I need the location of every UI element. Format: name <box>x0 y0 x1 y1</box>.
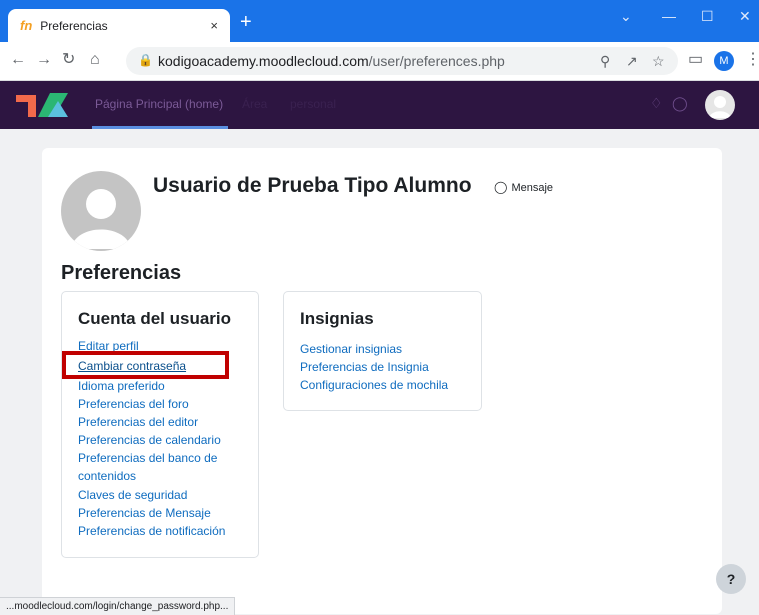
status-bar-url: ...moodlecloud.com/login/change_password… <box>0 597 236 615</box>
profile-avatar[interactable]: M <box>714 51 734 71</box>
content-bank-preferences-link-cont[interactable]: contenidos <box>78 469 136 483</box>
back-icon[interactable]: ← <box>10 51 26 69</box>
address-bar[interactable]: 🔒 kodigoacademy.moodlecloud.com/user/pre… <box>126 47 678 75</box>
user-profile-picture <box>61 171 141 251</box>
message-button[interactable]: ◯ Mensaje <box>494 180 553 194</box>
zoom-icon[interactable]: ⚲ <box>600 53 610 70</box>
notification-preferences-link[interactable]: Preferencias de notificación <box>78 524 225 538</box>
edit-profile-link[interactable]: Editar perfil <box>78 339 139 353</box>
side-panel-icon[interactable]: ▭ <box>688 51 703 69</box>
home-icon[interactable]: ⌂ <box>90 51 100 69</box>
bell-icon[interactable]: ♢ <box>650 95 663 112</box>
maximize-icon[interactable]: ☐ <box>701 8 714 25</box>
security-keys-link[interactable]: Claves de seguridad <box>78 488 187 502</box>
active-nav-indicator <box>92 126 228 129</box>
browser-tab[interactable]: fn Preferencias × <box>8 9 230 42</box>
moodle-favicon-icon: fn <box>20 18 33 33</box>
editor-preferences-link[interactable]: Preferencias del editor <box>78 415 198 429</box>
message-preferences-link[interactable]: Preferencias de Mensaje <box>78 506 211 520</box>
user-full-name: Usuario de Prueba Tipo Alumno <box>153 174 472 197</box>
nav-dashboard-link[interactable]: Área <box>242 97 267 111</box>
change-password-link[interactable]: Cambiar contraseña <box>78 359 186 373</box>
lock-icon: 🔒 <box>138 53 153 67</box>
content-bank-preferences-link[interactable]: Preferencias del banco de <box>78 451 217 465</box>
browser-tab-bar: fn Preferencias × + ⌄ — ☐ ✕ <box>0 0 759 42</box>
nav-personal-link[interactable]: personal <box>290 97 336 111</box>
chat-bubble-icon[interactable]: ◯ <box>672 95 688 112</box>
forward-icon[interactable]: → <box>36 51 52 69</box>
calendar-preferences-link[interactable]: Preferencias de calendario <box>78 433 221 447</box>
url-text: kodigoacademy.moodlecloud.com/user/prefe… <box>158 53 505 69</box>
tab-close-icon[interactable]: × <box>210 18 218 33</box>
close-window-icon[interactable]: ✕ <box>739 8 751 25</box>
user-menu-avatar[interactable] <box>705 90 735 120</box>
menu-kebab-icon[interactable]: ⋮ <box>745 51 759 69</box>
minimize-icon[interactable]: — <box>662 8 676 24</box>
backpack-settings-link[interactable]: Configuraciones de mochila <box>300 378 448 392</box>
section-heading: Cuenta del usuario <box>78 309 232 328</box>
tab-title: Preferencias <box>40 18 108 33</box>
preferred-language-link[interactable]: Idioma preferido <box>78 379 165 393</box>
site-navbar: Página Principal (home) Área personal ♢ … <box>0 81 759 129</box>
kodigo-logo[interactable] <box>14 87 70 123</box>
badge-preferences-link[interactable]: Preferencias de Insignia <box>300 360 429 374</box>
forum-preferences-link[interactable]: Preferencias del foro <box>78 397 189 411</box>
manage-badges-link[interactable]: Gestionar insignias <box>300 342 402 356</box>
browser-toolbar: ← → ↻ ⌂ 🔒 kodigoacademy.moodlecloud.com/… <box>0 42 759 81</box>
bookmark-star-icon[interactable]: ☆ <box>652 53 665 70</box>
share-icon[interactable]: ↗ <box>626 53 638 70</box>
page-title: Preferencias <box>61 262 182 284</box>
help-button[interactable]: ? <box>716 564 746 594</box>
nav-home-link[interactable]: Página Principal (home) <box>95 97 223 111</box>
reload-icon[interactable]: ↻ <box>62 51 75 69</box>
new-tab-button[interactable]: + <box>240 12 252 32</box>
message-icon: ◯ <box>494 180 508 194</box>
section-heading: Insignias <box>300 309 374 328</box>
tab-search-icon[interactable]: ⌄ <box>620 8 632 25</box>
